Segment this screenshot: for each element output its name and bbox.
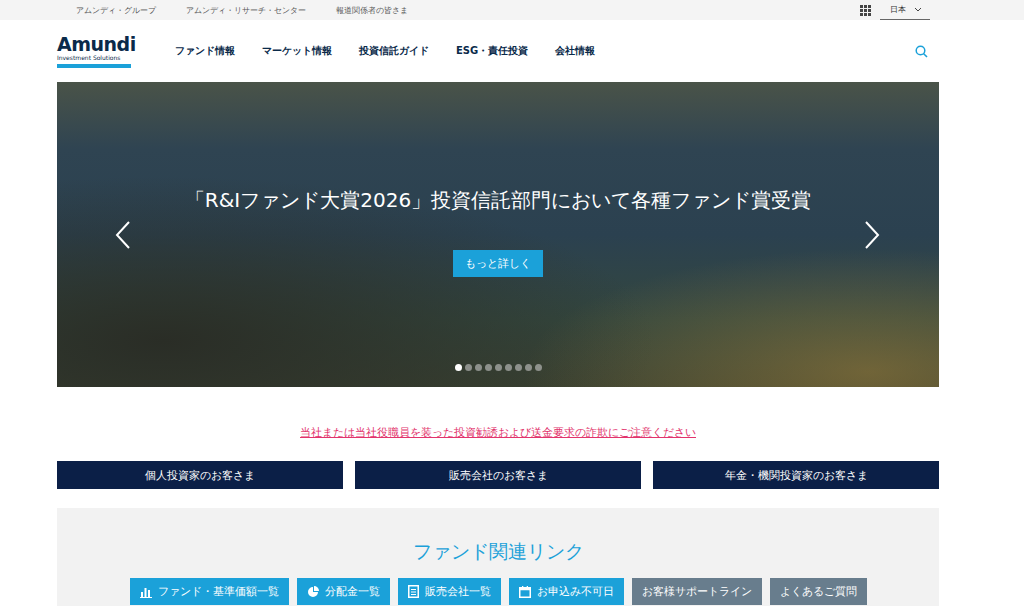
language-select[interactable]: 日本 bbox=[880, 0, 930, 20]
audience-buttons: 個人投資家のお客さま販売会社のお客さま年金・機関投資家のお客さま bbox=[57, 461, 939, 489]
carousel-dot[interactable] bbox=[475, 364, 482, 371]
utility-links: アムンディ・グループ アムンディ・リサーチ・センター 報道関係者の皆さま bbox=[0, 5, 408, 16]
carousel-dot[interactable] bbox=[535, 364, 542, 371]
fund-link-button[interactable]: よくあるご質問 bbox=[770, 578, 867, 605]
carousel-dot[interactable] bbox=[495, 364, 502, 371]
fund-link-button[interactable]: お申込み不可日 bbox=[509, 578, 624, 605]
chevron-down-icon bbox=[914, 7, 922, 12]
fund-links-row: ファンド・基準価額一覧 分配金一覧 販売会社一覧 お申込み不可日 お客様サポートライン よ… bbox=[57, 578, 939, 605]
fund-link-button[interactable]: 販売会社一覧 bbox=[398, 578, 501, 605]
logo[interactable]: AmundiInvestment Solutions bbox=[57, 34, 131, 68]
hero-heading: 「R&Iファンド大賞2026」投資信託部門において各種ファンド賞受賞 bbox=[185, 186, 811, 214]
fund-link-label: 分配金一覧 bbox=[325, 584, 380, 599]
fund-link-label: お申込み不可日 bbox=[537, 584, 614, 599]
utility-bar: アムンディ・グループ アムンディ・リサーチ・センター 報道関係者の皆さま 日本 bbox=[0, 0, 1024, 20]
carousel-dot[interactable] bbox=[465, 364, 472, 371]
utility-link[interactable]: 報道関係者の皆さま bbox=[336, 5, 408, 16]
utility-right: 日本 bbox=[860, 0, 1024, 20]
carousel-dot[interactable] bbox=[525, 364, 532, 371]
utility-link[interactable]: アムンディ・グループ bbox=[76, 5, 156, 16]
language-label: 日本 bbox=[890, 4, 906, 15]
fraud-alert-link[interactable]: 当社または当社役職員を装った投資勧誘および送金要求の詐欺にご注意ください bbox=[300, 426, 696, 439]
fund-link-button[interactable]: ファンド・基準価額一覧 bbox=[130, 578, 289, 605]
fund-link-label: 販売会社一覧 bbox=[425, 584, 491, 599]
fund-link-label: よくあるご質問 bbox=[780, 584, 857, 599]
nav-item[interactable]: 投資信託ガイド bbox=[359, 44, 429, 58]
nav-item[interactable]: マーケット情報 bbox=[262, 44, 332, 58]
header: AmundiInvestment Solutions ファンド情報 マーケット情報 投… bbox=[0, 20, 1024, 82]
fund-link-label: お客様サポートライン bbox=[642, 584, 752, 599]
audience-button[interactable]: 個人投資家のお客さま bbox=[57, 461, 343, 489]
chevron-right-icon[interactable] bbox=[864, 221, 880, 249]
nav-item[interactable]: ファンド情報 bbox=[175, 44, 235, 58]
nav-item[interactable]: 会社情報 bbox=[555, 44, 595, 58]
document-list-icon bbox=[408, 585, 419, 598]
more-button[interactable]: もっと詳しく bbox=[453, 250, 543, 277]
main-nav: ファンド情報 マーケット情報 投資信託ガイド ESG・責任投資 会社情報 bbox=[175, 44, 915, 58]
audience-button[interactable]: 年金・機関投資家のお客さま bbox=[653, 461, 939, 489]
carousel-dot[interactable] bbox=[505, 364, 512, 371]
chevron-left-icon[interactable] bbox=[115, 221, 131, 249]
search-icon[interactable] bbox=[915, 45, 928, 58]
hero-carousel: 「R&Iファンド大賞2026」投資信託部門において各種ファンド賞受賞もっと詳しく bbox=[57, 82, 939, 387]
page: アムンディ・グループ アムンディ・リサーチ・センター 報道関係者の皆さま 日本 Amun… bbox=[0, 0, 1024, 606]
audience-button[interactable]: 販売会社のお客さま bbox=[355, 461, 641, 489]
carousel-dots bbox=[57, 364, 939, 371]
fraud-alert: 当社または当社役職員を装った投資勧誘および送金要求の詐欺にご注意ください bbox=[57, 421, 939, 440]
apps-grid-icon[interactable] bbox=[860, 5, 871, 16]
carousel-dot[interactable] bbox=[455, 364, 462, 371]
logo-tagline: Investment Solutions bbox=[57, 54, 131, 62]
carousel-dot[interactable] bbox=[485, 364, 492, 371]
calendar-icon bbox=[519, 586, 531, 598]
logo-name: Amundi bbox=[57, 34, 131, 54]
fund-link-button[interactable]: 分配金一覧 bbox=[297, 578, 390, 605]
bar-chart-icon bbox=[140, 586, 152, 598]
fund-links-title: ファンド関連リンク bbox=[57, 538, 939, 565]
logo-bar bbox=[57, 64, 131, 68]
carousel-dot[interactable] bbox=[515, 364, 522, 371]
fund-link-label: ファンド・基準価額一覧 bbox=[158, 584, 279, 599]
pie-chart-icon bbox=[307, 586, 319, 598]
fund-link-button[interactable]: お客様サポートライン bbox=[632, 578, 762, 605]
nav-item[interactable]: ESG・責任投資 bbox=[456, 44, 528, 58]
utility-link[interactable]: アムンディ・リサーチ・センター bbox=[186, 5, 306, 16]
fund-links-section: ファンド関連リンクファンド・基準価額一覧 分配金一覧 販売会社一覧 お申込み不可日 お客… bbox=[57, 508, 939, 606]
